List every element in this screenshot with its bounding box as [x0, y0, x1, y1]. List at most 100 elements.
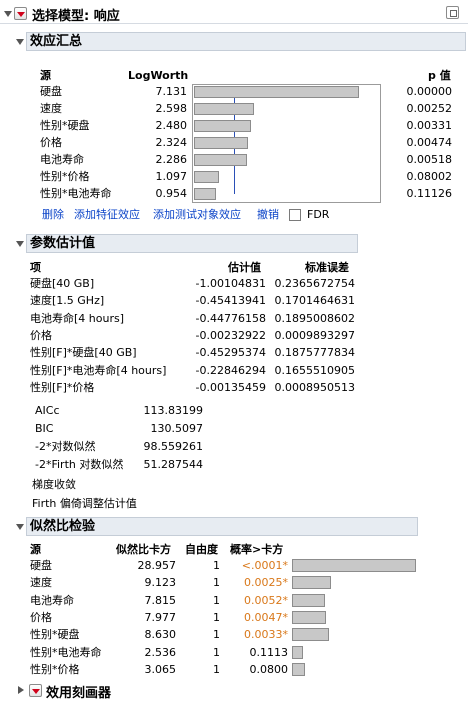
effect-source-label: 速度	[40, 102, 62, 115]
lr-prob-value: 0.0052*	[244, 593, 288, 607]
lr-chisq-value: 2.536	[144, 645, 177, 659]
fit-stat-value: 98.559261	[143, 440, 204, 453]
effect-logworth-value: 2.598	[155, 102, 188, 115]
col-header-stderr: 标准误差	[305, 261, 349, 274]
lr-chisq-bar	[292, 559, 416, 572]
param-term-label: 速度[1.5 GHz]	[30, 294, 105, 308]
effect-source-label: 性别*硬盘	[40, 119, 90, 132]
param-estimate-value: -0.45413941	[195, 294, 266, 308]
lr-source-label: 性别*电池寿命	[30, 645, 102, 659]
lr-source-label: 性别*价格	[30, 662, 80, 676]
effect-pvalue-value: 0.00474	[406, 136, 453, 149]
lr-df-value: 1	[213, 610, 220, 624]
lr-chisq-value: 8.630	[144, 628, 177, 642]
param-estimates-collapse-icon[interactable]	[16, 241, 24, 247]
effect-summary-collapse-icon[interactable]	[16, 39, 24, 45]
fdr-checkbox[interactable]	[289, 209, 301, 221]
lr-prob-value: 0.1113	[249, 645, 289, 659]
lr-source-label: 价格	[30, 610, 52, 624]
effect-source-label: 性别*电池寿命	[40, 187, 112, 200]
col-header-pvalue: p 值	[428, 69, 451, 82]
param-estimate-value: -0.45295374	[195, 346, 266, 360]
col-header-source: 源	[40, 69, 51, 82]
red-triangle-menu-icon[interactable]	[14, 7, 27, 20]
param-estimate-value: -1.00104831	[195, 277, 266, 290]
lr-chisq-value: 3.065	[144, 662, 177, 676]
fit-stat-value: 130.5097	[150, 422, 204, 435]
param-estimate-value: -0.44776158	[195, 311, 266, 325]
lr-tests-collapse-icon[interactable]	[16, 524, 24, 530]
add-subject-effect-link[interactable]: 添加测试对象效应	[153, 208, 241, 222]
lr-source-label: 性别*硬盘	[30, 628, 80, 642]
col-header-df: 自由度	[185, 543, 218, 556]
lr-tests-header[interactable]: 似然比检验	[26, 517, 418, 536]
param-stderr-value: 0.0008950513	[274, 380, 355, 394]
effect-pvalue-value: 0.00331	[406, 119, 453, 132]
lr-prob-value: 0.0025*	[244, 576, 288, 590]
lr-chisq-bar	[292, 645, 303, 659]
col-header-logworth: LogWorth	[128, 69, 189, 82]
collapse-triangle-icon[interactable]	[4, 11, 12, 17]
utility-profiler-menu-icon[interactable]	[29, 684, 42, 697]
param-term-label: 电池寿命[4 hours]	[30, 311, 125, 325]
remove-link[interactable]: 删除	[42, 208, 64, 222]
effect-pvalue-value: 0.00000	[406, 85, 453, 98]
lr-df-value: 1	[213, 576, 220, 590]
param-term-label: 价格	[30, 328, 52, 342]
lr-chisq-bar	[292, 610, 326, 624]
effect-summary-title: 效应汇总	[30, 34, 83, 49]
utility-profiler-expand-icon[interactable]	[18, 686, 24, 694]
report-title-bar: 选择模型: 响应	[0, 3, 468, 24]
param-estimate-value: -0.00135459	[195, 380, 266, 394]
effect-logworth-value: 2.286	[155, 153, 188, 166]
lr-source-label: 速度	[30, 576, 52, 590]
param-term-label: 性别[F]*电池寿命[4 hours]	[30, 363, 167, 377]
window-pin-icon[interactable]	[446, 6, 459, 19]
lr-chisq-value: 9.123	[144, 576, 177, 590]
col-header-estimate: 估计值	[228, 261, 261, 274]
lr-source-label: 硬盘	[30, 559, 52, 572]
fit-stat-value: 113.83199	[143, 404, 204, 417]
param-estimates-title: 参数估计值	[30, 236, 96, 251]
param-term-label: 性别[F]*价格	[30, 380, 95, 394]
report-title: 选择模型: 响应	[32, 9, 120, 24]
logworth-bar	[194, 86, 359, 98]
param-term-label: 性别[F]*硬盘[40 GB]	[30, 346, 137, 360]
lr-chisq-value: 28.957	[137, 559, 177, 572]
fit-stat-label: -2*对数似然	[35, 440, 96, 453]
lr-df-value: 1	[213, 559, 220, 572]
col-header-prob: 概率>卡方	[230, 543, 284, 556]
lr-prob-value: 0.0800	[249, 662, 289, 676]
fit-stat-value: 51.287544	[143, 458, 204, 471]
fit-stat-label: -2*Firth 对数似然	[35, 458, 124, 471]
lr-df-value: 1	[213, 645, 220, 659]
lr-df-value: 1	[213, 628, 220, 642]
logworth-bar	[194, 188, 216, 200]
logworth-bar	[194, 120, 251, 132]
effect-logworth-value: 7.131	[155, 85, 188, 98]
lr-prob-value: <.0001*	[241, 559, 288, 572]
add-feature-effect-link[interactable]: 添加特征效应	[74, 208, 140, 222]
effect-pvalue-value: 0.08002	[406, 170, 453, 183]
utility-profiler-title[interactable]: 效用刻画器	[46, 682, 111, 701]
logworth-bar	[194, 103, 254, 115]
effect-source-label: 硬盘	[40, 85, 62, 98]
lr-chisq-value: 7.815	[144, 593, 177, 607]
lr-prob-value: 0.0047*	[244, 610, 288, 624]
param-estimates-header[interactable]: 参数估计值	[26, 234, 358, 253]
undo-link[interactable]: 撤销	[257, 208, 279, 222]
effect-logworth-value: 0.954	[155, 187, 188, 200]
param-stderr-value: 0.2365672754	[274, 277, 355, 290]
param-estimate-value: -0.22846294	[195, 363, 266, 377]
lr-df-value: 1	[213, 593, 220, 607]
lr-chisq-value: 7.977	[144, 610, 177, 624]
fit-stat-label: BIC	[35, 422, 54, 435]
logworth-bar	[194, 171, 219, 183]
effect-source-label: 价格	[40, 136, 62, 149]
param-estimate-value: -0.00232922	[195, 328, 266, 342]
col-header-term: 项	[30, 261, 41, 274]
effect-logworth-value: 2.480	[155, 119, 188, 132]
effect-summary-header[interactable]: 效应汇总	[26, 32, 466, 51]
lr-chisq-bar	[292, 576, 331, 590]
effect-source-label: 性别*价格	[40, 170, 90, 183]
